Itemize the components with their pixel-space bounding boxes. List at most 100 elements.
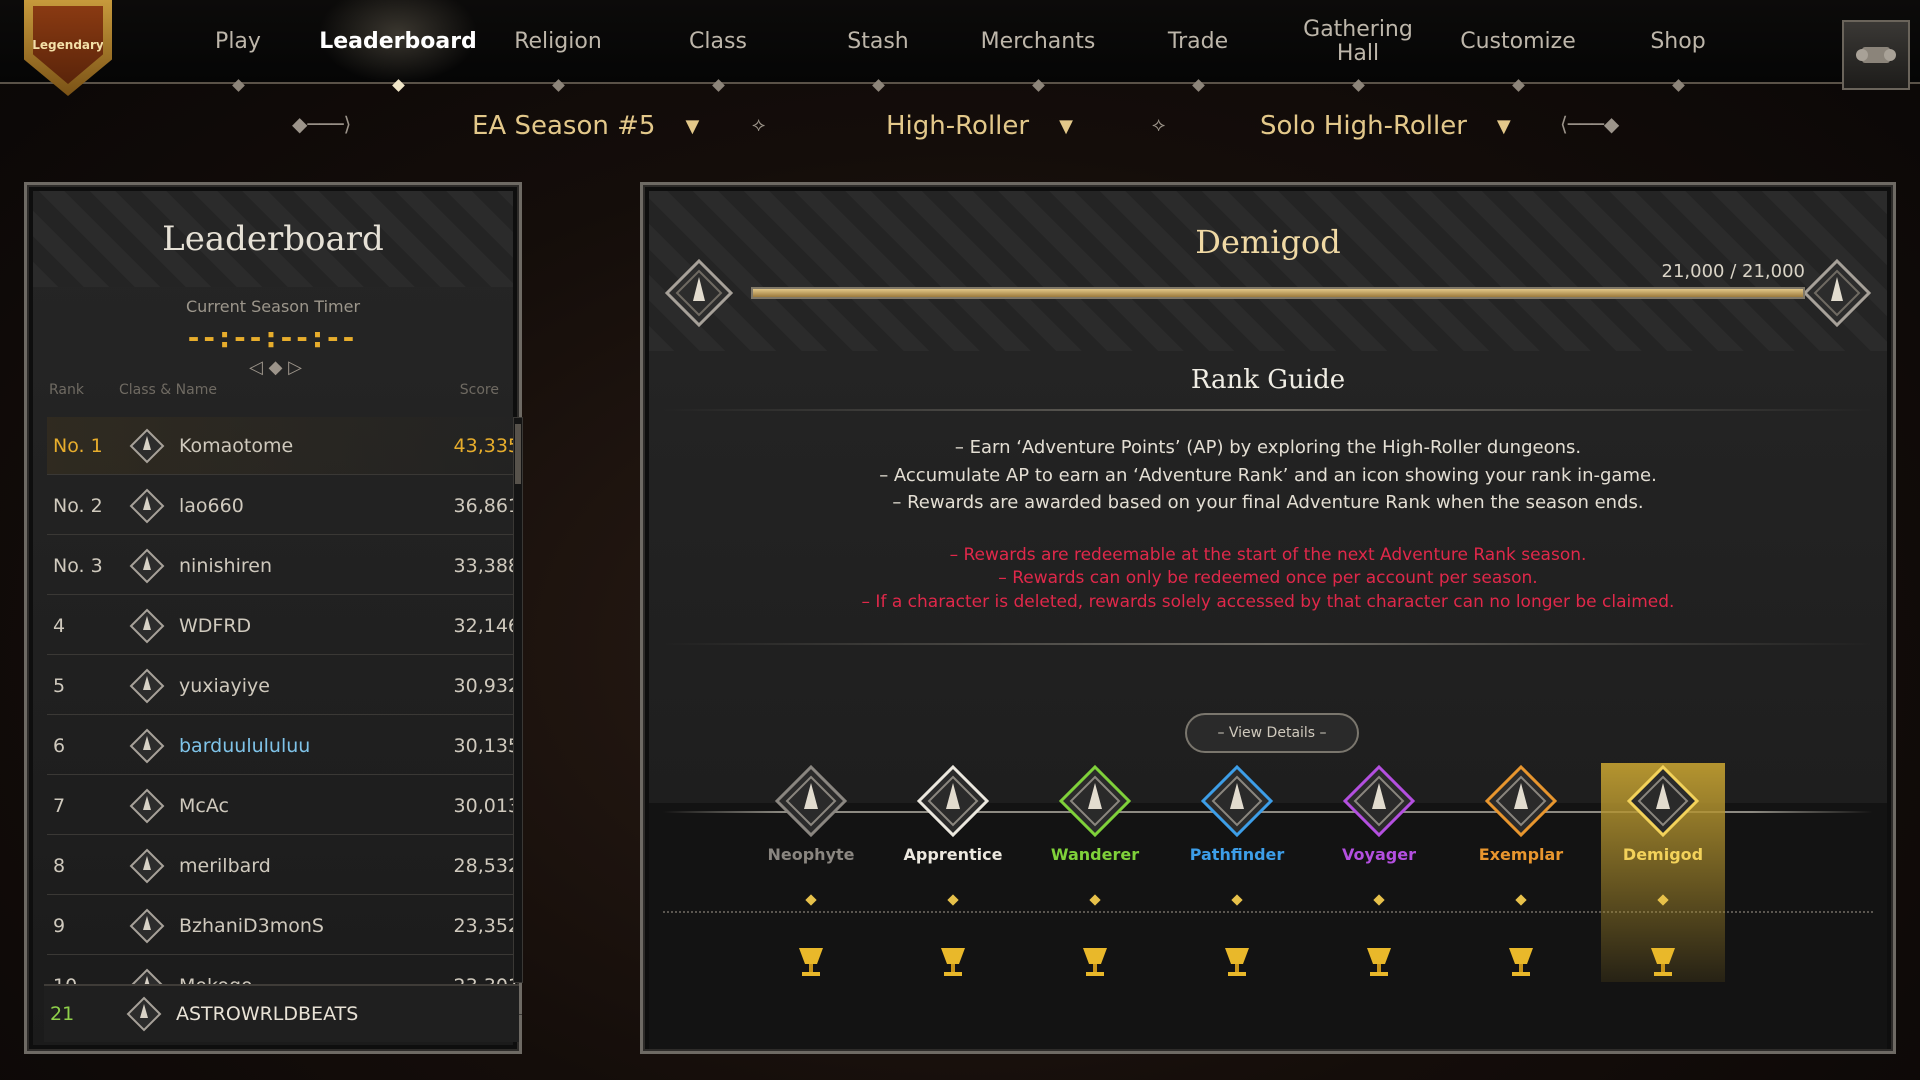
tier-name: Demigod — [1622, 845, 1704, 864]
divider-ornament-icon: ⟡ — [752, 112, 766, 136]
rank-guide-title: Rank Guide — [1190, 365, 1346, 395]
nav-play[interactable]: Play — [158, 0, 318, 92]
view-details-button[interactable]: – View Details – — [1185, 713, 1359, 753]
leaderboard-row[interactable]: 8 merilbard 28,532 — [47, 837, 522, 895]
reward-chalice-icon[interactable] — [1217, 942, 1257, 982]
tier-marker-icon — [947, 894, 959, 906]
scroll-icon[interactable] — [1842, 20, 1910, 90]
leaderboard-row[interactable]: 7 McAc 30,013 — [47, 777, 522, 835]
mode-dropdown[interactable]: High-Roller ▼ — [886, 102, 1140, 150]
rank-tier-neophyte[interactable]: Neophyte — [749, 763, 873, 982]
tier-emblem-icon — [1342, 764, 1416, 838]
leaderboard-row[interactable]: No. 3 ninishiren 33,388 — [47, 537, 522, 595]
nav-trade[interactable]: Trade — [1118, 0, 1278, 92]
leaderboard-row[interactable]: 4 WDFRD 32,146 — [47, 597, 522, 655]
row-rank: 8 — [53, 854, 66, 877]
rule-text: – Accumulate AP to earn an ‘Adventure Ra… — [879, 465, 1657, 486]
tier-emblem-icon — [1200, 764, 1274, 838]
nav-stash[interactable]: Stash — [798, 0, 958, 92]
nav-marker-icon — [712, 79, 725, 92]
row-player-name: lao660 — [179, 494, 244, 517]
class-emblem-icon — [129, 488, 165, 523]
row-score: 36,861 — [453, 494, 520, 517]
tier-emblem-icon — [1058, 764, 1132, 838]
nav-class[interactable]: Class — [638, 0, 798, 92]
rule-text: – Rewards are awarded based on your fina… — [892, 492, 1644, 513]
top-navigation: Legendary Play Leaderboard Religion Clas… — [0, 0, 1920, 96]
leaderboard-row[interactable]: 6 barduulululuu 30,135 — [47, 717, 522, 775]
row-rank: No. 1 — [53, 434, 103, 457]
rank-tier-track: Neophyte Apprentice Wanderer Pathfinder Voya… — [649, 763, 1887, 1049]
row-player-name: yuxiayiye — [179, 674, 270, 697]
leaderboard-row[interactable]: No. 1 Komaotome 43,335 — [47, 417, 522, 475]
tier-emblem-icon — [774, 764, 848, 838]
row-rank: 4 — [53, 614, 66, 637]
queue-dropdown[interactable]: Solo High-Roller ▼ — [1260, 102, 1540, 150]
rank-tier-wanderer[interactable]: Wanderer — [1033, 763, 1157, 982]
row-player-name: WDFRD — [179, 614, 252, 637]
row-score: 30,932 — [453, 674, 520, 697]
own-rank-row[interactable]: 21 ASTROWRLDBEATS — [44, 984, 519, 1042]
tier-name: Voyager — [1342, 845, 1416, 864]
season-dropdown[interactable]: EA Season #5 ▼ — [472, 102, 742, 150]
reward-chalice-icon[interactable] — [1643, 942, 1683, 982]
chevron-down-icon: ▼ — [1496, 115, 1511, 137]
tier-name: Pathfinder — [1189, 845, 1285, 864]
rank-tier-pathfinder[interactable]: Pathfinder — [1175, 763, 1299, 982]
class-emblem-icon — [129, 728, 165, 763]
crest-badge-icon[interactable]: Legendary — [24, 0, 112, 96]
reward-chalice-icon[interactable] — [1501, 942, 1541, 982]
row-score: 33,388 — [453, 554, 520, 577]
nav-marker-icon — [1352, 79, 1365, 92]
season-value: EA Season #5 — [472, 111, 656, 141]
class-emblem-icon — [126, 996, 162, 1032]
rank-panel: Demigod 21,000 / 21,000 Rank Guide – Ear… — [640, 182, 1896, 1054]
row-score: 30,135 — [453, 734, 520, 757]
nav-religion[interactable]: Religion — [478, 0, 638, 92]
nav-merchants[interactable]: Merchants — [958, 0, 1118, 92]
reward-chalice-icon[interactable] — [791, 942, 831, 982]
tier-name: Exemplar — [1478, 845, 1564, 864]
rank-progress-bar — [751, 287, 1805, 299]
reward-chalice-icon[interactable] — [1075, 942, 1115, 982]
nav-shop[interactable]: Shop — [1598, 0, 1758, 92]
rank-tier-apprentice[interactable]: Apprentice — [891, 763, 1015, 982]
reward-chalice-icon[interactable] — [1359, 942, 1399, 982]
divider — [663, 409, 1873, 411]
nav-marker-icon — [1032, 79, 1045, 92]
class-emblem-icon — [129, 848, 165, 883]
tier-marker-icon — [1657, 894, 1669, 906]
class-emblem-icon — [129, 548, 165, 583]
leaderboard-title: Leaderboard — [162, 219, 384, 259]
nav-gathering-hall[interactable]: Gathering Hall — [1278, 0, 1438, 92]
leaderboard-row[interactable]: 9 BzhaniD3monS 23,352 — [47, 897, 522, 955]
row-rank: 6 — [53, 734, 66, 757]
scrollbar-thumb[interactable] — [515, 424, 521, 484]
leaderboard-scrollbar[interactable] — [513, 417, 523, 983]
rank-tier-demigod[interactable]: Demigod — [1601, 763, 1725, 982]
queue-value: Solo High-Roller — [1260, 111, 1467, 141]
row-score: 43,335 — [453, 434, 520, 457]
current-rank-title: Demigod — [1195, 223, 1341, 261]
nav-leaderboard[interactable]: Leaderboard — [318, 0, 478, 92]
nav-customize[interactable]: Customize — [1438, 0, 1598, 92]
row-rank: 7 — [53, 794, 66, 817]
mode-value: High-Roller — [886, 111, 1030, 141]
row-player-name: McAc — [179, 794, 229, 817]
own-rank: 21 — [50, 1003, 75, 1025]
reward-chalice-icon[interactable] — [933, 942, 973, 982]
crest-label: Legendary — [33, 6, 103, 84]
class-emblem-icon — [129, 788, 165, 823]
timer-ornament-icon: ◁ ◆ ▷ — [249, 357, 302, 378]
rank-tier-exemplar[interactable]: Exemplar — [1459, 763, 1583, 982]
row-rank: 9 — [53, 914, 66, 937]
leaderboard-row[interactable]: No. 2 lao660 36,861 — [47, 477, 522, 535]
leaderboard-row[interactable]: 5 yuxiayiye 30,932 — [47, 657, 522, 715]
progress-text: 21,000 / 21,000 — [1661, 261, 1805, 282]
row-score: 28,532 — [453, 854, 520, 877]
class-emblem-icon — [129, 608, 165, 643]
column-rank: Rank — [49, 382, 84, 398]
class-emblem-icon — [129, 668, 165, 703]
row-player-name: barduulululuu — [179, 734, 311, 757]
rank-tier-voyager[interactable]: Voyager — [1317, 763, 1441, 982]
